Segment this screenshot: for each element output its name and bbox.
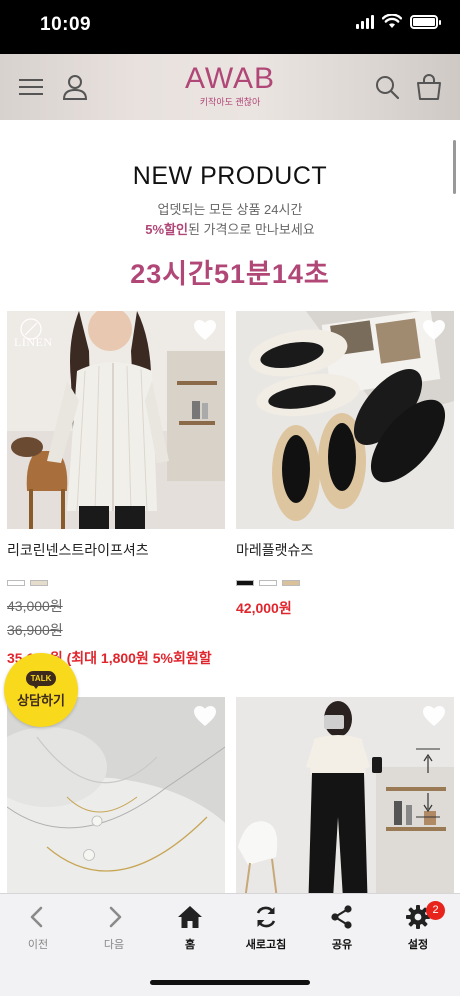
previous-price: 36,900원 <box>7 622 63 638</box>
cart-icon[interactable] <box>414 72 444 102</box>
chevron-left-icon <box>30 906 43 928</box>
discount-highlight: 5%할인 <box>145 222 188 237</box>
heart-icon[interactable] <box>193 319 217 341</box>
refresh-button[interactable]: 새로고침 <box>228 904 304 952</box>
color-swatch <box>259 580 277 586</box>
forward-button[interactable]: 다음 <box>76 904 152 952</box>
color-swatch <box>30 580 48 586</box>
product-card[interactable]: 마레플랫슈즈 42,000원 <box>236 311 454 618</box>
signal-icon <box>356 14 374 29</box>
original-price: 43,000원 <box>7 598 63 614</box>
product-image-shoes[interactable] <box>236 311 454 529</box>
back-button[interactable]: 이전 <box>0 904 76 952</box>
product-card[interactable] <box>236 697 454 893</box>
talk-bubble-icon: TALK <box>25 671 57 689</box>
color-swatch <box>236 580 254 586</box>
shoes-photo <box>236 311 454 529</box>
site-header: AWAB 키작아도 괜찮아 <box>0 54 460 120</box>
linen-badge: LINEN <box>14 335 53 349</box>
home-icon <box>178 906 202 928</box>
settings-label: 설정 <box>407 939 429 951</box>
heart-icon[interactable] <box>422 319 446 341</box>
color-swatches <box>7 580 225 586</box>
heart-icon[interactable] <box>422 705 446 727</box>
section-description: 업뎃되는 모든 상품 24시간 5%할인된 가격으로 만나보세요 <box>0 200 460 240</box>
back-label: 이전 <box>27 939 49 951</box>
product-name[interactable]: 마레플랫슈즈 <box>236 540 454 560</box>
wifi-icon <box>382 14 402 28</box>
share-button[interactable]: 공유 <box>304 904 380 952</box>
sale-price: 42,000원 <box>236 600 292 616</box>
color-swatch <box>7 580 25 586</box>
status-time: 10:09 <box>40 14 92 35</box>
section-desc-line2-rest: 된 가격으로 만나보세요 <box>187 222 315 237</box>
product-name[interactable]: 리코린넨스트라이프셔츠 <box>7 540 225 560</box>
countdown-timer: 23시간51분14초 <box>130 259 330 289</box>
notification-badge: 2 <box>426 901 445 920</box>
color-swatches <box>236 580 454 586</box>
talk-button-label: 상담하기 <box>17 693 65 708</box>
section-title: NEW PRODUCT <box>132 162 328 190</box>
section-desc-line1: 업뎃되는 모든 상품 24시간 <box>157 202 303 217</box>
product-image-shirt[interactable]: LINEN <box>7 311 225 529</box>
forward-label: 다음 <box>103 939 125 951</box>
heart-icon[interactable] <box>193 705 217 727</box>
color-swatch <box>282 580 300 586</box>
share-icon <box>331 905 352 929</box>
home-indicator[interactable] <box>150 980 310 985</box>
product-card[interactable]: LINEN 리코린넨스트라이프셔츠 43,000원 36,900원 35,100… <box>7 311 225 688</box>
search-icon[interactable] <box>372 72 402 102</box>
status-icons <box>356 14 441 29</box>
settings-button[interactable]: 2 설정 <box>380 901 456 952</box>
refresh-label: 새로고침 <box>245 939 287 951</box>
battery-icon <box>410 14 441 29</box>
product-image-pants[interactable] <box>236 697 454 893</box>
refresh-icon <box>256 906 276 928</box>
section-desc-line2: 5%할인된 가격으로 만나보세요 <box>0 220 460 240</box>
home-button[interactable]: 홈 <box>152 904 228 952</box>
share-label: 공유 <box>331 939 353 951</box>
status-bar: 10:09 <box>0 0 460 54</box>
kakao-talk-button[interactable]: TALK 상담하기 <box>4 653 78 727</box>
chevron-right-icon <box>109 906 122 928</box>
home-label: 홈 <box>184 939 196 951</box>
